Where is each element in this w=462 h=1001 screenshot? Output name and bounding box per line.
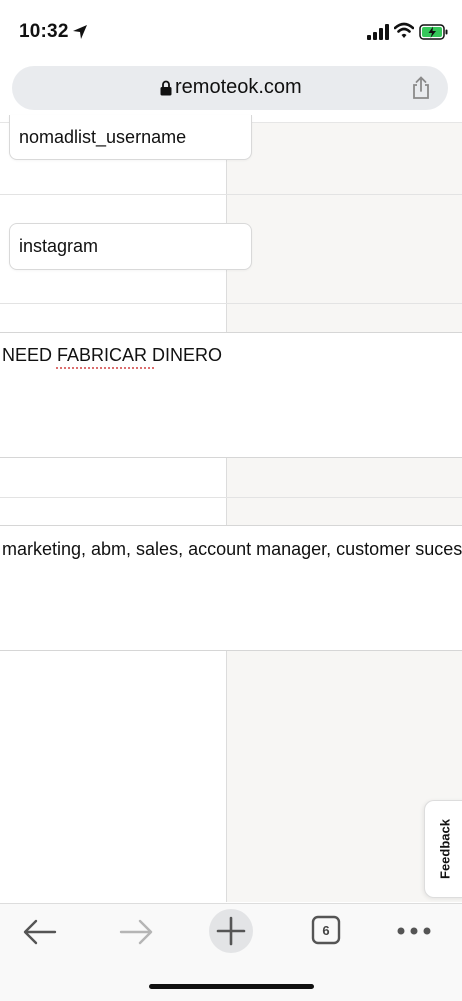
more-button[interactable] <box>392 918 436 944</box>
nomadlist-field-value: nomadlist_username <box>19 126 187 147</box>
home-indicator <box>149 984 314 989</box>
new-tab-icon <box>216 916 246 946</box>
grey-column-segment <box>227 123 462 332</box>
back-arrow-icon <box>23 919 57 945</box>
row-divider <box>0 194 462 195</box>
feedback-label: Feedback <box>437 819 453 879</box>
row-divider <box>0 457 462 458</box>
instagram-field[interactable]: instagram <box>9 223 252 270</box>
lock-icon <box>160 80 172 96</box>
wifi-icon <box>394 22 414 38</box>
feedback-tab[interactable]: Feedback <box>424 800 462 898</box>
tabs-button[interactable]: 6 <box>310 914 342 946</box>
status-bar <box>0 0 462 64</box>
column-divider <box>226 457 227 525</box>
nomadlist-field[interactable]: nomadlist_username <box>9 115 252 160</box>
more-icon <box>397 927 431 935</box>
back-button[interactable] <box>18 910 62 954</box>
description-text: NEED FABRICAR DINERO <box>2 345 223 365</box>
tags-textarea-value: marketing, abm, sales, account manager, … <box>2 539 462 559</box>
location-arrow-icon <box>73 25 87 39</box>
signal-icon <box>367 24 389 40</box>
forward-arrow-icon <box>119 919 153 945</box>
spellcheck-underline <box>56 367 154 369</box>
row-divider <box>0 650 462 651</box>
description-textarea-value: NEED FABRICAR DINERO <box>2 345 222 366</box>
grey-column-segment <box>227 457 462 525</box>
share-icon[interactable] <box>410 76 432 100</box>
row-divider <box>0 497 462 498</box>
tab-count: 6 <box>322 922 330 938</box>
instagram-field-value: instagram <box>19 236 99 256</box>
column-divider <box>226 651 227 902</box>
forward-button[interactable] <box>114 910 158 954</box>
url-text[interactable]: remoteok.com <box>175 76 302 99</box>
status-time: 10:32 <box>19 21 69 42</box>
new-tab-button[interactable] <box>209 909 253 953</box>
battery-icon <box>419 24 448 40</box>
row-divider <box>0 303 462 304</box>
